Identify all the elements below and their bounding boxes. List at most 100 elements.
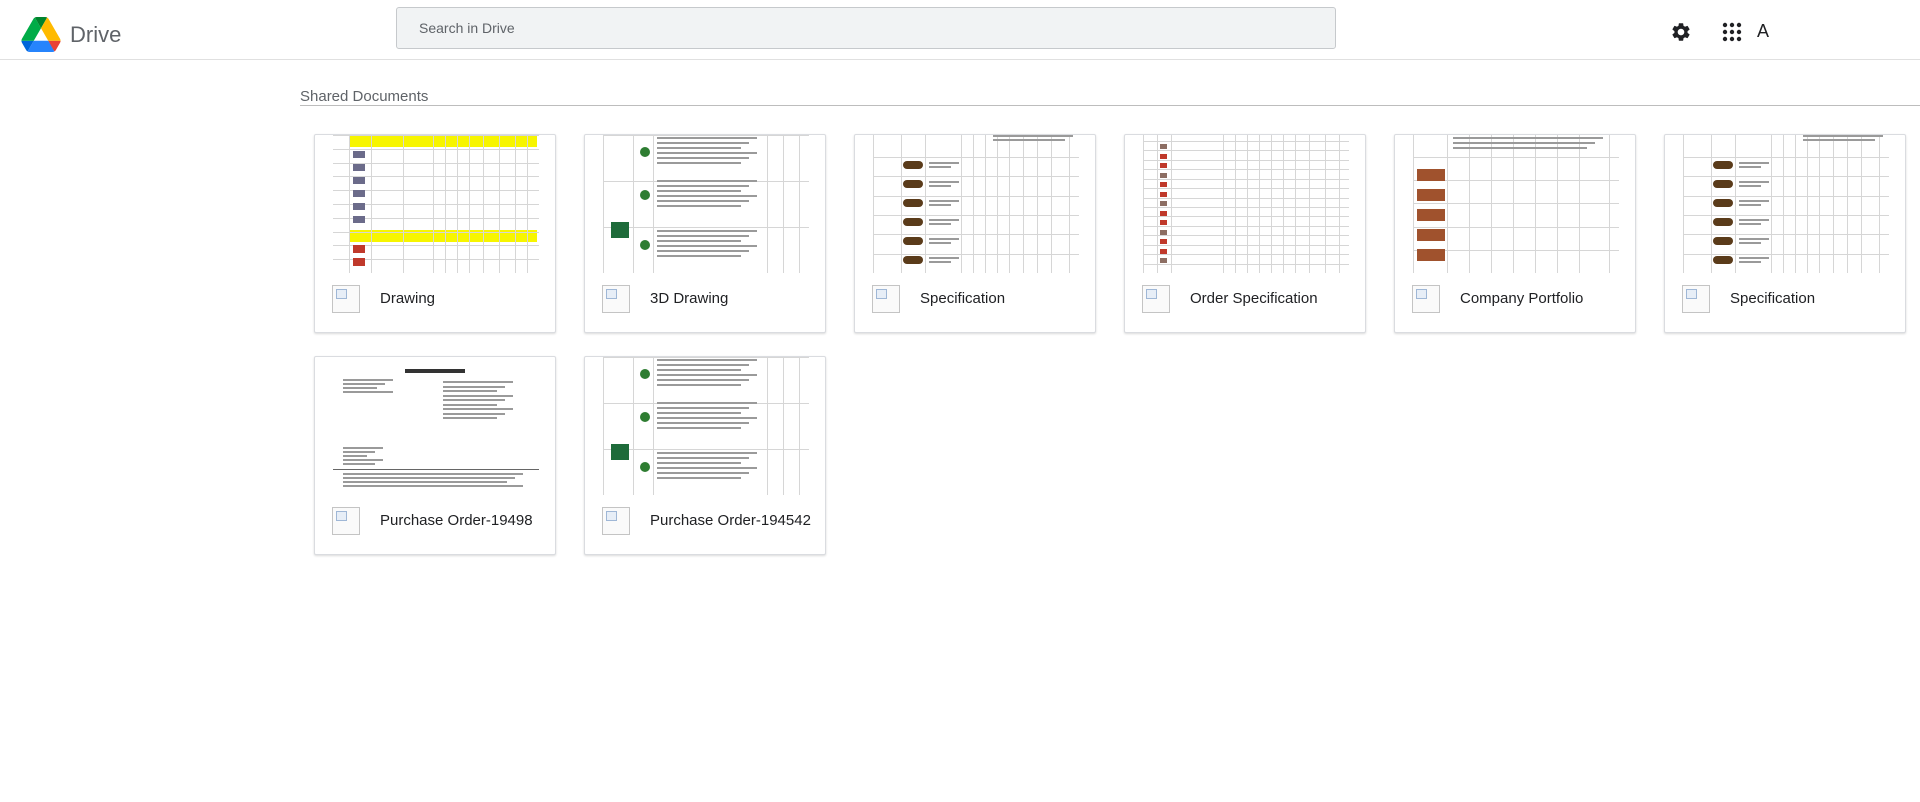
thumbnail-texture: [1713, 218, 1733, 226]
thumbnail-texture: [611, 444, 629, 460]
thumbnail-texture: [443, 408, 513, 410]
drive-logo-icon[interactable]: [21, 17, 61, 52]
thumbnail-texture: [657, 190, 741, 192]
thumbnail-texture: [1683, 195, 1889, 197]
file-card[interactable]: 3D Drawing: [584, 134, 826, 333]
thumbnail-texture: [993, 139, 1065, 141]
broken-image-icon: [332, 507, 360, 535]
file-card[interactable]: Purchase Order-19498: [314, 356, 556, 555]
thumbnail-texture: [343, 473, 523, 475]
thumbnail-texture: [657, 137, 757, 139]
thumbnail-texture: [640, 412, 650, 422]
thumbnail-texture: [371, 135, 372, 273]
thumbnail-texture: [333, 135, 539, 136]
thumbnail-texture: [657, 240, 741, 242]
thumbnail-texture: [903, 199, 923, 207]
thumbnail-texture: [1160, 191, 1167, 197]
thumbnail-texture: [657, 195, 757, 197]
thumbnail-texture: [1739, 166, 1761, 168]
thumbnail-texture: [1739, 185, 1761, 187]
thumbnail-texture: [1739, 242, 1761, 244]
thumbnail-texture: [1023, 135, 1024, 273]
thumbnail-texture: [657, 157, 749, 159]
file-title: Order Specification: [1190, 290, 1318, 307]
thumbnail-texture: [443, 390, 497, 392]
thumbnail-texture: [873, 253, 1079, 255]
thumbnail-texture: [1143, 244, 1349, 246]
thumbnail-texture: [343, 379, 393, 381]
section-title: Shared Documents: [300, 88, 429, 105]
account-avatar[interactable]: A: [1757, 21, 1769, 42]
thumbnail-texture: [333, 469, 539, 470]
thumbnail-texture: [657, 417, 757, 419]
thumbnail-texture: [343, 481, 507, 483]
thumbnail-texture: [353, 164, 365, 171]
thumbnail-texture: [1847, 135, 1848, 273]
thumbnail-texture: [443, 381, 513, 383]
file-card[interactable]: Drawing: [314, 134, 556, 333]
top-bar: Drive A: [0, 0, 1920, 60]
thumbnail-texture: [657, 180, 757, 182]
apps-button[interactable]: [1720, 20, 1744, 44]
thumbnail-texture: [1160, 258, 1167, 263]
thumbnail-texture: [1535, 135, 1536, 273]
file-card[interactable]: Purchase Order-194542: [584, 356, 826, 555]
thumbnail-texture: [1417, 189, 1445, 201]
file-card[interactable]: Specification: [1664, 134, 1906, 333]
thumbnail-texture: [1819, 135, 1820, 273]
thumbnail-texture: [343, 485, 523, 487]
thumbnail-texture: [1235, 135, 1236, 273]
file-title: Purchase Order-19498: [380, 512, 533, 529]
thumbnail-texture: [929, 185, 951, 187]
thumbnail-texture: [657, 235, 749, 237]
thumbnail-texture: [353, 245, 365, 253]
thumbnail-texture: [1309, 135, 1310, 273]
file-card[interactable]: Specification: [854, 134, 1096, 333]
thumbnail-texture: [1739, 204, 1761, 206]
thumbnail-texture: [1683, 215, 1889, 216]
thumbnail-texture: [1771, 135, 1772, 273]
thumbnail-texture: [925, 135, 926, 273]
thumbnail-texture: [1469, 135, 1470, 273]
thumbnail-texture: [1295, 135, 1296, 273]
thumbnail-texture: [1157, 135, 1158, 273]
thumbnail-texture: [903, 180, 923, 188]
search-input[interactable]: [396, 7, 1336, 49]
thumbnail-texture: [333, 148, 539, 150]
thumbnail-texture: [515, 135, 516, 273]
thumbnail-texture: [929, 238, 959, 240]
thumbnail-texture: [657, 162, 741, 164]
thumbnail-texture: [657, 230, 757, 232]
thumbnail-texture: [343, 387, 377, 389]
thumbnail-texture: [640, 147, 650, 157]
thumbnail-texture: [985, 135, 986, 273]
thumbnail-texture: [1413, 226, 1619, 228]
thumbnail-texture: [993, 135, 1073, 137]
thumbnail-texture: [657, 402, 757, 404]
thumbnail-texture: [1803, 135, 1883, 137]
thumbnail-texture: [1143, 169, 1349, 171]
thumbnail-texture: [1683, 234, 1889, 236]
thumbnail-texture: [657, 255, 741, 257]
thumbnail-texture: [1557, 135, 1558, 273]
broken-image-icon: [1412, 285, 1440, 313]
thumbnail-texture: [405, 369, 465, 373]
thumbnail-texture: [1417, 209, 1445, 221]
thumbnail-texture: [657, 147, 741, 149]
file-card[interactable]: Company Portfolio: [1394, 134, 1636, 333]
thumbnail-texture: [873, 157, 1079, 158]
thumbnail-texture: [1413, 157, 1619, 158]
thumbnail-texture: [873, 234, 1079, 236]
thumbnail-texture: [657, 462, 741, 464]
broken-image-icon: [602, 507, 630, 535]
thumbnail-texture: [633, 357, 634, 495]
thumbnail-texture: [1713, 256, 1733, 264]
section-divider: [300, 105, 1920, 106]
thumbnail-texture: [457, 135, 458, 273]
file-card[interactable]: Order Specification: [1124, 134, 1366, 333]
settings-button[interactable]: [1669, 20, 1693, 44]
thumbnail-texture: [1143, 207, 1349, 208]
file-thumbnail: [873, 135, 1079, 273]
thumbnail-texture: [929, 204, 951, 206]
thumbnail-texture: [1143, 178, 1349, 180]
